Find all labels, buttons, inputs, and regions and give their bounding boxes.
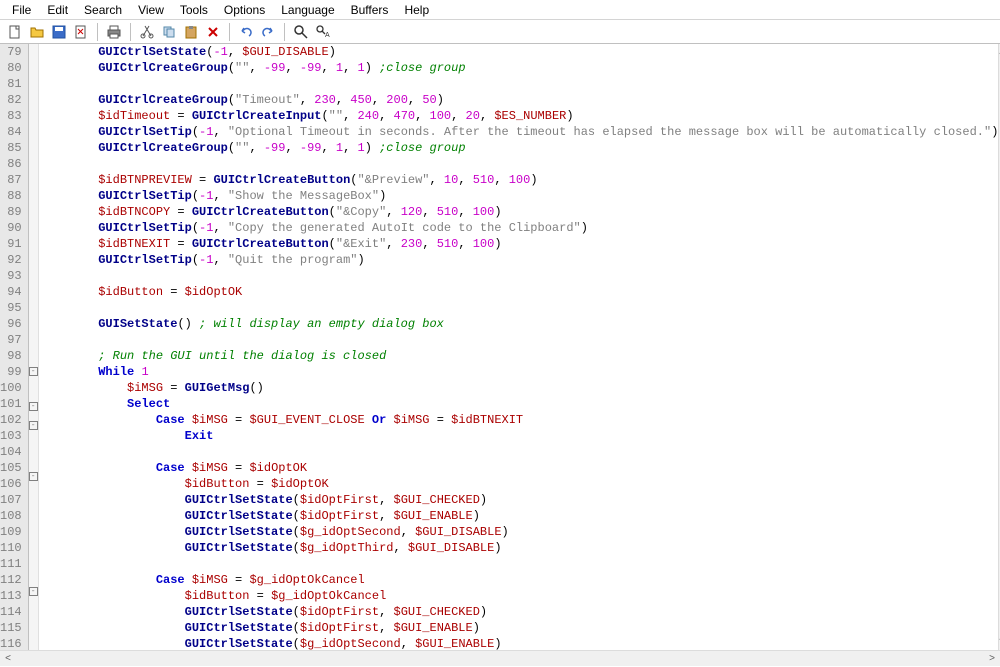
- close-file-button[interactable]: [72, 23, 90, 41]
- svg-text:A: A: [325, 32, 330, 39]
- find-replace-button[interactable]: A: [314, 23, 332, 41]
- menu-file[interactable]: File: [4, 1, 39, 19]
- horizontal-scrollbar[interactable]: < >: [0, 650, 1000, 666]
- menu-help[interactable]: Help: [396, 1, 437, 19]
- menu-tools[interactable]: Tools: [172, 1, 216, 19]
- menu-buffers[interactable]: Buffers: [343, 1, 397, 19]
- menu-view[interactable]: View: [130, 1, 172, 19]
- scroll-left-arrow[interactable]: <: [0, 651, 16, 666]
- print-button[interactable]: [105, 23, 123, 41]
- copy-button[interactable]: [160, 23, 178, 41]
- undo-button[interactable]: [237, 23, 255, 41]
- find-button[interactable]: [292, 23, 310, 41]
- redo-button[interactable]: [259, 23, 277, 41]
- cut-button[interactable]: [138, 23, 156, 41]
- open-file-button[interactable]: [28, 23, 46, 41]
- menu-bar: File Edit Search View Tools Options Lang…: [0, 0, 1000, 20]
- line-number-gutter: 7980818283848586878889909192939495969798…: [0, 44, 29, 650]
- fold-column[interactable]: -----: [29, 44, 39, 650]
- delete-button[interactable]: [204, 23, 222, 41]
- menu-search[interactable]: Search: [76, 1, 130, 19]
- editor-area: 7980818283848586878889909192939495969798…: [0, 44, 1000, 650]
- menu-edit[interactable]: Edit: [39, 1, 76, 19]
- toolbar: A: [0, 20, 1000, 44]
- paste-button[interactable]: [182, 23, 200, 41]
- menu-language[interactable]: Language: [273, 1, 342, 19]
- menu-options[interactable]: Options: [216, 1, 273, 19]
- save-button[interactable]: [50, 23, 68, 41]
- new-file-button[interactable]: [6, 23, 24, 41]
- code-editor[interactable]: GUICtrlSetState(-1, $GUI_DISABLE) GUICtr…: [39, 44, 999, 650]
- scroll-right-arrow[interactable]: >: [984, 651, 1000, 666]
